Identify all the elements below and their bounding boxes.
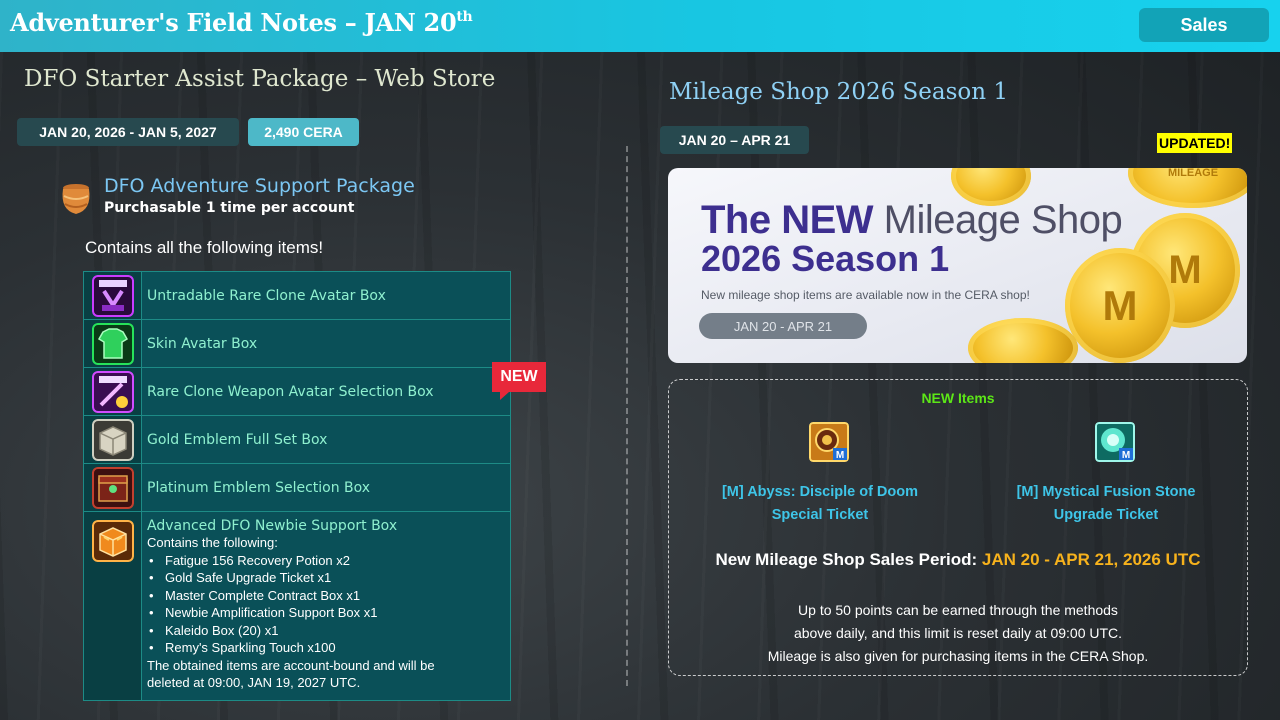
package-item-table: Untradable Rare Clone Avatar Box Skin Av… [83,271,511,701]
item-icon-cell [84,416,142,463]
fusion-stone-ticket-icon: M [1095,422,1135,462]
abyss-ticket-label: [M] Abyss: Disciple of Doom Special Tick… [721,484,919,523]
list-item: Fatigue 156 Recovery Potion x2 [147,552,377,570]
coin-icon: M [1065,248,1175,363]
item-row-advanced-box: Advanced DFO Newbie Support Box Contains… [84,512,510,700]
advanced-box-note: The obtained items are account-bound and… [147,657,435,673]
platinum-emblem-box-icon [92,467,134,509]
item-row: Untradable Rare Clone Avatar Box [84,272,510,320]
list-item: Kaleido Box (20) x1 [147,622,377,640]
mileage-shop-title: Mileage Shop 2026 Season 1 [669,79,1009,105]
banner-date: JAN 20 - APR 21 [699,313,867,339]
list-item: Master Complete Contract Box x1 [147,587,377,605]
item-icon-cell [84,368,142,415]
item-name: Rare Clone Weapon Avatar Selection Box [142,368,510,415]
item-name: Untradable Rare Clone Avatar Box [142,272,510,319]
updated-badge: UPDATED! [1157,133,1233,153]
banner-season: 2026 Season 1 [701,238,950,279]
newbie-support-box-icon [92,520,134,562]
contains-label: Contains all the following items! [85,238,324,257]
coin-icon: MILEAGE [1128,168,1247,208]
advanced-box-note: deleted at 09:00, JAN 19, 2027 UTC. [147,675,361,690]
abyss-ticket-icon: M [809,422,849,462]
list-item: Gold Safe Upgrade Ticket x1 [147,569,377,587]
skin-avatar-box-icon [92,323,134,365]
item-icon-cell [84,512,142,700]
mileage-date-badge: JAN 20 – APR 21 [660,126,809,154]
item-row: Platinum Emblem Selection Box [84,464,510,512]
banner-headline: The NEW Mileage Shop [701,198,1123,242]
pot-icon [62,184,90,214]
item-row: Gold Emblem Full Set Box [84,416,510,464]
svg-text:M: M [836,450,844,461]
mileage-notes: Up to 50 points can be earned through th… [767,602,1149,664]
new-items-panel: NEW Items M M [M] Abyss: Disciple of Doo… [668,379,1248,676]
banner-description: New mileage shop items are available now… [701,288,1030,302]
clone-weapon-box-icon [92,371,134,413]
item-name: Gold Emblem Full Set Box [142,416,510,463]
item-name: Platinum Emblem Selection Box [142,464,510,511]
item-row: Skin Avatar Box [84,320,510,368]
advanced-box-contents: Fatigue 156 Recovery Potion x2 Gold Safe… [147,552,377,657]
new-badge: NEW [492,362,546,400]
item-icon-cell [84,272,142,319]
price-badge: 2,490 CERA [248,118,359,146]
list-item: Remy's Sparkling Touch x100 [147,639,377,657]
mileage-shop-banner: MILEAGE M M The NEW Mileage Shop 2026 Se… [668,168,1247,363]
starter-date-badge: JAN 20, 2026 - JAN 5, 2027 [17,118,239,146]
item-row: Rare Clone Weapon Avatar Selection Box [84,368,510,416]
column-divider [626,146,628,686]
item-icon-cell [84,464,142,511]
advanced-box-cell: Advanced DFO Newbie Support Box Contains… [142,512,510,700]
sales-button[interactable]: Sales [1139,8,1269,42]
starter-package-title: DFO Starter Assist Package – Web Store [24,66,496,92]
fusion-stone-ticket-label: [M] Mystical Fusion Stone Upgrade Ticket [1016,484,1196,523]
package-name: DFO Adventure Support Package [104,175,415,197]
advanced-box-intro: Contains the following: [147,535,278,550]
item-icon-cell [84,320,142,367]
item-name: Skin Avatar Box [142,320,510,367]
new-items-title: NEW Items [921,390,995,406]
sales-period: New Mileage Shop Sales Period: JAN 20 - … [715,550,1201,569]
svg-text:M: M [1122,450,1130,461]
advanced-box-name: Advanced DFO Newbie Support Box [147,518,398,534]
clone-avatar-box-icon [92,275,134,317]
gold-emblem-box-icon [92,419,134,461]
header-bar: Adventurer's Field Notes – JAN 20th Sale… [0,0,1280,52]
package-limit: Purchasable 1 time per account [104,200,355,216]
coin-icon [968,318,1078,363]
list-item: Newbie Amplification Support Box x1 [147,604,377,622]
page-title: Adventurer's Field Notes – JAN 20th [10,8,473,37]
